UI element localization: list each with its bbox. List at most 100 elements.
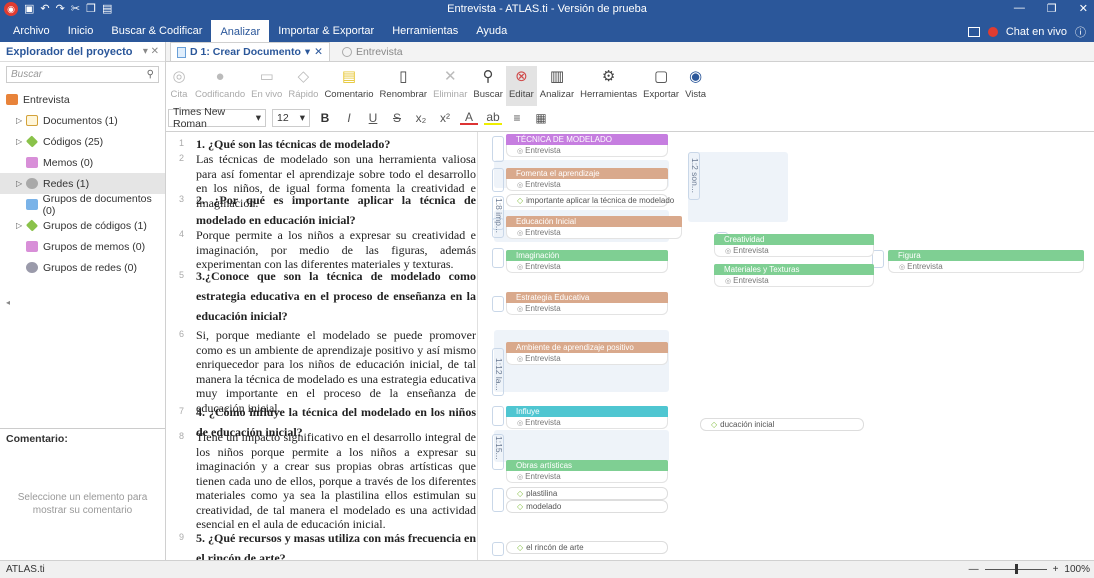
- quote-label[interactable]: 1:8 imp...: [494, 198, 504, 233]
- code-label[interactable]: Ambiente de aprendizaje positivo: [506, 342, 668, 353]
- chevron-down-icon[interactable]: ▾: [305, 46, 310, 58]
- code-chip[interactable]: TÉCNICA DE MODELADOEntrevista: [506, 134, 668, 160]
- close-icon[interactable]: ✕: [1079, 2, 1088, 15]
- expand-arrow-icon[interactable]: ▷: [16, 116, 26, 125]
- quote-bracket[interactable]: [492, 136, 504, 162]
- paragraph-4[interactable]: 4 Porque permite a los niños a expresar s…: [166, 228, 476, 272]
- close-tab-icon[interactable]: ✕: [314, 46, 323, 58]
- code-label[interactable]: Figura: [888, 250, 1084, 261]
- help-icon[interactable]: ⓘ: [1075, 24, 1086, 40]
- quote-label[interactable]: 1:2 son...: [690, 158, 700, 193]
- code-chip[interactable]: Educación InicialEntrevista: [506, 216, 682, 242]
- explorer-item[interactable]: Grupos de redes (0): [0, 257, 165, 278]
- expand-arrow-icon[interactable]: ▷: [16, 221, 26, 230]
- explorer-item[interactable]: ▷ Redes (1): [0, 173, 165, 194]
- code-label[interactable]: Obras artísticas: [506, 460, 668, 471]
- expand-arrow-icon[interactable]: ▷: [16, 137, 26, 146]
- menu-tab-6[interactable]: Ayuda: [467, 20, 516, 42]
- paragraph-text[interactable]: Porque permite a los niños a expresar su…: [196, 228, 476, 272]
- strikethrough-icon[interactable]: S: [388, 111, 406, 125]
- paragraph-5[interactable]: 5 3.¿Conoce que son la técnica de modelad…: [166, 266, 476, 326]
- paragraph-text[interactable]: 1. ¿Qué son las técnicas de modelado?: [196, 134, 476, 154]
- paragraph-9[interactable]: 9 5. ¿Qué recursos y masas utiliza con má…: [166, 528, 476, 560]
- paragraph-3[interactable]: 3 2. ¿Por qué es importante aplicar la té…: [166, 190, 476, 230]
- superscript-icon[interactable]: x²: [436, 111, 454, 125]
- expand-arrow-icon[interactable]: ▷: [16, 179, 26, 188]
- quote-label[interactable]: 1:12 la...: [494, 358, 504, 391]
- menu-tab-0[interactable]: Archivo: [4, 20, 59, 42]
- paragraph-text[interactable]: 3.¿Conoce que son la técnica de modelado…: [196, 266, 476, 326]
- explorer-item[interactable]: ▷ Códigos (25): [0, 131, 165, 152]
- code-label[interactable]: Estrategia Educativa: [506, 292, 668, 303]
- menu-tab-1[interactable]: Inicio: [59, 20, 103, 42]
- code-label[interactable]: Creatividad: [714, 234, 874, 245]
- quote-label[interactable]: 1:15...: [494, 436, 504, 460]
- chat-button[interactable]: Chat en vivo: [1006, 26, 1067, 38]
- menu-tab-5[interactable]: Herramientas: [383, 20, 467, 42]
- bold-icon[interactable]: B: [316, 111, 334, 125]
- zoom-thumb[interactable]: [1014, 564, 1018, 574]
- code-chip[interactable]: InfluyeEntrevista: [506, 406, 668, 432]
- minimize-icon[interactable]: —: [1014, 2, 1025, 15]
- doc-tab-0[interactable]: D 1: Crear Documento ▾ ✕: [170, 42, 330, 61]
- code-label[interactable]: Imaginación: [506, 250, 668, 261]
- quote-bracket[interactable]: [492, 296, 504, 312]
- ribbon-rename-button[interactable]: ▯ Renombrar: [377, 66, 431, 106]
- maximize-icon[interactable]: ❐: [1047, 2, 1057, 15]
- paragraph-text[interactable]: Tiene un impacto significativo en el des…: [196, 430, 476, 532]
- ribbon-search-button[interactable]: ⚲ Buscar: [470, 66, 506, 106]
- code-label[interactable]: TÉCNICA DE MODELADO: [506, 134, 668, 145]
- code-chip[interactable]: Ambiente de aprendizaje positivoEntrevis…: [506, 342, 668, 368]
- italic-icon[interactable]: I: [340, 111, 358, 125]
- code-chip[interactable]: Estrategia EducativaEntrevista: [506, 292, 668, 318]
- code-label[interactable]: Influye: [506, 406, 668, 417]
- font-color-icon[interactable]: A: [460, 111, 478, 125]
- ribbon-comment-button[interactable]: ▤ Comentario: [321, 66, 376, 106]
- collapse-handle-icon[interactable]: ◂: [6, 298, 10, 307]
- menu-tab-3[interactable]: Analizar: [211, 20, 270, 42]
- code-chip[interactable]: Fomenta el aprendizajeEntrevista: [506, 168, 668, 194]
- zoom-slider[interactable]: [984, 564, 1047, 574]
- font-name-select[interactable]: Times New Roman ▾: [168, 106, 266, 130]
- highlight-icon[interactable]: ab: [484, 111, 502, 125]
- paragraph-1[interactable]: 1 1. ¿Qué son las técnicas de modelado?: [166, 134, 476, 154]
- explorer-item[interactable]: ▷ Documentos (1): [0, 110, 165, 131]
- ribbon-export-button[interactable]: ▢ Exportar: [640, 66, 682, 106]
- insert-icon[interactable]: ▦: [532, 111, 550, 125]
- code-chip[interactable]: CreatividadEntrevista: [714, 234, 874, 260]
- code-label[interactable]: Fomenta el aprendizaje: [506, 168, 668, 179]
- underline-icon[interactable]: U: [364, 111, 382, 125]
- explorer-item[interactable]: ▷ Grupos de códigos (1): [0, 215, 165, 236]
- panel-controls-icon[interactable]: ▾ ✕: [143, 46, 159, 57]
- code-chip[interactable]: Obras artísticasEntrevista: [506, 460, 668, 486]
- code-chip-single[interactable]: importante aplicar la técnica de modelad…: [506, 194, 674, 207]
- quote-bracket[interactable]: [492, 542, 504, 556]
- code-chip-single[interactable]: el rincón de arte: [506, 541, 668, 554]
- code-chip[interactable]: ImaginaciónEntrevista: [506, 250, 668, 276]
- ribbon-edit-button[interactable]: ⊗ Editar: [505, 66, 537, 106]
- menu-tab-2[interactable]: Buscar & Codificar: [102, 20, 211, 42]
- explorer-item[interactable]: Memos (0): [0, 152, 165, 173]
- code-chip-single[interactable]: modelado: [506, 500, 668, 513]
- explorer-item[interactable]: Grupos de memos (0): [0, 236, 165, 257]
- paragraph-text[interactable]: 2. ¿Por qué es importante aplicar la téc…: [196, 190, 476, 230]
- explorer-item[interactable]: Entrevista: [0, 89, 165, 110]
- explorer-search-input[interactable]: Buscar ⚲: [6, 66, 159, 83]
- document-content[interactable]: 1 1. ¿Qué son las técnicas de modelado? 2 L…: [166, 132, 478, 560]
- ribbon-analyze-button[interactable]: ▥ Analizar: [537, 66, 577, 106]
- quote-bracket[interactable]: [492, 488, 504, 512]
- paragraph-text[interactable]: 5. ¿Qué recursos y masas utiliza con más…: [196, 528, 476, 560]
- paragraph-8[interactable]: 8 Tiene un impacto significativo en el de…: [166, 430, 476, 532]
- quote-bracket[interactable]: [492, 248, 504, 268]
- code-label[interactable]: Materiales y Texturas: [714, 264, 874, 275]
- code-chip[interactable]: FiguraEntrevista: [888, 250, 1084, 276]
- code-chip[interactable]: Materiales y TexturasEntrevista: [714, 264, 874, 290]
- doc-tab-1[interactable]: Entrevista: [336, 42, 409, 61]
- chat-icon[interactable]: [987, 27, 998, 37]
- quote-bracket[interactable]: [492, 168, 504, 192]
- align-icon[interactable]: ≡: [508, 111, 526, 125]
- ribbon-tools-button[interactable]: ⚙ Herramientas: [577, 66, 640, 106]
- quote-bracket[interactable]: [492, 406, 504, 426]
- explorer-item[interactable]: Grupos de documentos (0): [0, 193, 165, 217]
- zoom-out-icon[interactable]: —: [969, 564, 979, 575]
